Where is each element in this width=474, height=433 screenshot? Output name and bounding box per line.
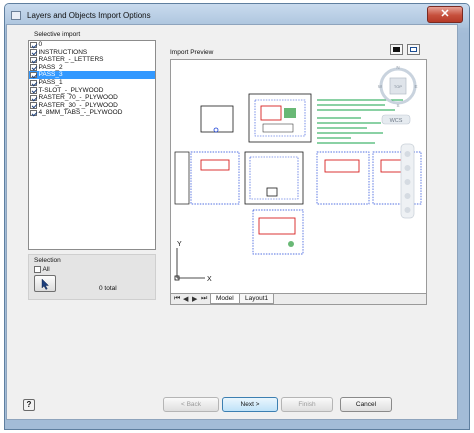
select-all-label: All <box>42 266 50 273</box>
finish-button[interactable]: Finish <box>281 397 333 412</box>
next-button[interactable]: Next > <box>222 397 278 412</box>
layer-name: PASS_3 <box>38 71 63 79</box>
layer-list-item[interactable]: PASS_2 <box>29 64 155 72</box>
select-all-row[interactable]: All <box>34 266 50 273</box>
layer-checkbox[interactable] <box>30 41 37 49</box>
layer-name: INSTRUCTIONS <box>38 48 88 56</box>
layer-list-item[interactable]: RASTER_70_-_PLYWOOD <box>29 94 155 102</box>
layer-checkbox[interactable] <box>30 79 37 87</box>
layer-list-item[interactable]: RASTER_30_-_PLYWOOD <box>29 102 155 110</box>
layer-checkbox[interactable] <box>30 87 37 94</box>
window-title: Layers and Objects Import Options <box>27 11 151 20</box>
layer-name: PASS_2 <box>38 63 63 71</box>
select-all-checkbox[interactable] <box>34 266 41 273</box>
import-preview-label: Import Preview <box>170 49 214 56</box>
cursor-arrow-icon <box>41 279 49 290</box>
layer-checkbox[interactable] <box>30 49 37 56</box>
layout-tabs: ⏮ ◀ ▶ ⏭ Model Layout1 <box>170 294 427 305</box>
navigation-bar[interactable] <box>400 143 415 219</box>
layer-name: 0 <box>38 41 43 48</box>
layer-checkbox[interactable] <box>30 64 37 71</box>
y-axis-label: Y <box>177 241 182 248</box>
layer-name: PASS_1 <box>38 78 63 86</box>
layer-name: RASTER_30_-_PLYWOOD <box>38 101 118 109</box>
selection-total: 0 total <box>99 285 117 292</box>
layer-list[interactable]: 0 INSTRUCTIONS RASTER_-_LETTERS PASS_2 PASS_… <box>28 40 156 250</box>
layer-checkbox[interactable] <box>30 109 37 117</box>
tab-model[interactable]: Model <box>210 294 240 304</box>
selective-import-label: Selective import <box>34 31 81 38</box>
layer-checkbox[interactable] <box>30 56 37 64</box>
layer-name: T-SLOT_-_PLYWOOD <box>38 86 104 94</box>
viewcube[interactable]: TOP N W E S WCS <box>378 65 418 125</box>
layer-name: 4_8MM_TABS_-_PLYWOOD <box>38 109 123 117</box>
layer-list-item[interactable]: PASS_3 <box>29 71 155 79</box>
layer-list-item[interactable]: 4_8MM_TABS_-_PLYWOOD <box>29 109 155 117</box>
dark-background-icon[interactable] <box>390 44 403 55</box>
layer-checkbox[interactable] <box>30 94 37 102</box>
selection-label: Selection <box>34 257 61 264</box>
x-axis-label: X <box>207 276 212 283</box>
window-app-icon <box>11 11 21 20</box>
tab-scroll-left-icon[interactable]: ⏮ <box>174 295 180 303</box>
layer-list-item[interactable]: RASTER_-_LETTERS <box>29 56 155 64</box>
light-background-icon[interactable] <box>407 44 420 55</box>
tab-layout1[interactable]: Layout1 <box>239 294 275 304</box>
tab-scroll-right-icon[interactable]: ⏭ <box>201 295 207 303</box>
viewcube-east: E <box>414 84 417 89</box>
select-objects-button[interactable] <box>34 275 56 292</box>
back-button[interactable]: < Back <box>163 397 219 412</box>
viewcube-top-label: TOP <box>394 84 402 89</box>
layer-name: RASTER_70_-_PLYWOOD <box>38 94 118 102</box>
layer-name: RASTER_-_LETTERS <box>38 56 104 64</box>
tab-next-icon[interactable]: ▶ <box>192 295 197 303</box>
selection-group: Selection All 0 total <box>28 254 156 300</box>
layer-list-item[interactable]: INSTRUCTIONS <box>29 49 155 57</box>
layer-list-item[interactable]: T-SLOT_-_PLYWOOD <box>29 87 155 95</box>
help-button[interactable]: ? <box>23 399 35 411</box>
close-button[interactable]: ✕ <box>427 6 463 23</box>
viewcube-south: S <box>396 103 399 108</box>
wcs-label: WCS <box>390 118 403 124</box>
layer-list-item[interactable]: PASS_1 <box>29 79 155 87</box>
import-preview-canvas[interactable]: Y X TOP N W E S WCS <box>170 59 427 294</box>
layer-checkbox[interactable] <box>30 102 37 109</box>
cancel-button[interactable]: Cancel <box>340 397 392 412</box>
layer-checkbox[interactable] <box>30 71 37 79</box>
drawing-preview: Y X TOP N W E S WCS <box>174 65 422 283</box>
tab-prev-icon[interactable]: ◀ <box>183 295 188 303</box>
layer-list-item[interactable]: 0 <box>29 41 155 49</box>
viewcube-north: N <box>396 65 399 70</box>
